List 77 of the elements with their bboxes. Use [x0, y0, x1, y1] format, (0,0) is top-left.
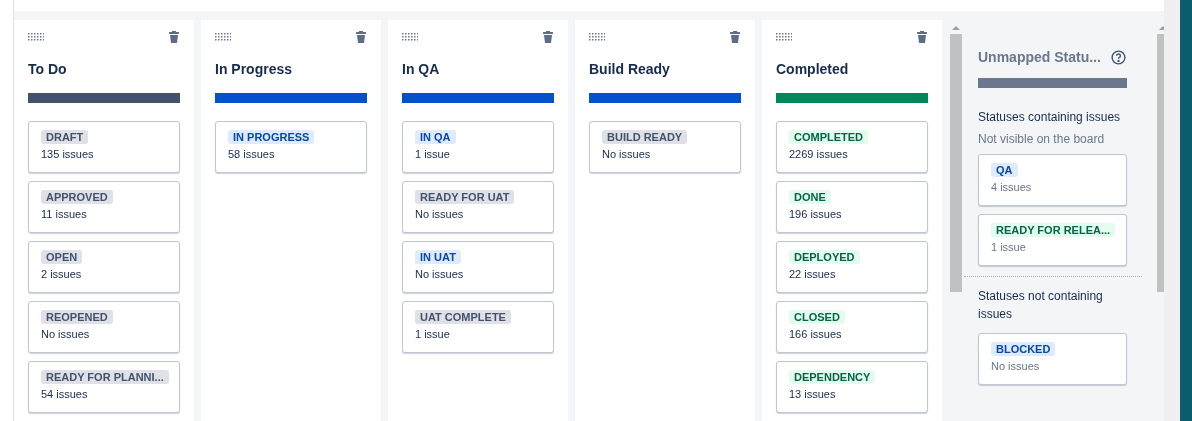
- status-card[interactable]: IN QA 1 issue: [402, 121, 554, 173]
- column-title: To Do: [28, 60, 68, 78]
- status-lozenge: IN UAT: [415, 250, 461, 264]
- status-lozenge: DONE: [789, 190, 831, 204]
- status-card[interactable]: OPEN 2 issues: [28, 241, 180, 293]
- status-card[interactable]: IN PROGRESS 58 issues: [215, 121, 367, 173]
- status-lozenge: IN QA: [415, 130, 456, 144]
- help-icon[interactable]: [1110, 49, 1126, 65]
- issue-count: No issues: [41, 327, 90, 341]
- drag-handle-icon[interactable]: [215, 32, 231, 42]
- column-title: Completed: [776, 60, 850, 78]
- issue-count: 2 issues: [41, 267, 82, 281]
- status-lozenge: QA: [991, 163, 1018, 177]
- status-lozenge: READY FOR UAT: [415, 190, 515, 204]
- status-card[interactable]: DEPLOYED 22 issues: [776, 241, 928, 293]
- status-lozenge: CLOSED: [789, 310, 845, 324]
- issue-count: No issues: [991, 359, 1040, 373]
- status-card[interactable]: BUILD READY No issues: [589, 121, 741, 173]
- status-lozenge: BLOCKED: [991, 342, 1056, 356]
- status-card[interactable]: IN UAT No issues: [402, 241, 554, 293]
- issue-count: 22 issues: [789, 267, 836, 281]
- status-card[interactable]: APPROVED 11 issues: [28, 181, 180, 233]
- column-title: In QA: [402, 60, 441, 78]
- status-lozenge: READY FOR PLANNI...: [41, 370, 169, 384]
- issue-count: 58 issues: [228, 147, 275, 161]
- trash-icon[interactable]: [916, 31, 928, 43]
- section-note: Not visible on the board: [978, 131, 1106, 147]
- status-lozenge: DEPENDENCY: [789, 370, 876, 384]
- drag-handle-icon[interactable]: [589, 32, 605, 42]
- status-card[interactable]: COMPLETED 2269 issues: [776, 121, 928, 173]
- status-card[interactable]: DONE 196 issues: [776, 181, 928, 233]
- issue-count: 2269 issues: [789, 147, 848, 161]
- issue-count: 54 issues: [41, 387, 88, 401]
- drag-handle-icon[interactable]: [28, 32, 44, 42]
- status-card[interactable]: CLOSED 166 issues: [776, 301, 928, 353]
- trash-icon[interactable]: [729, 31, 741, 43]
- trash-icon[interactable]: [355, 31, 367, 43]
- issue-count: No issues: [602, 147, 651, 161]
- status-lozenge: COMPLETED: [789, 130, 869, 144]
- trash-icon[interactable]: [542, 31, 554, 43]
- issue-count: 135 issues: [41, 147, 94, 161]
- issue-count: 166 issues: [789, 327, 842, 341]
- status-card[interactable]: BLOCKED No issues: [978, 333, 1127, 385]
- status-lozenge: DEPLOYED: [789, 250, 860, 264]
- issue-count: 13 issues: [789, 387, 836, 401]
- issue-count: 1 issue: [991, 240, 1026, 254]
- status-lozenge: OPEN: [41, 250, 83, 264]
- issue-count: 1 issue: [415, 147, 450, 161]
- section-heading: Statuses containing issues: [978, 109, 1122, 125]
- status-card[interactable]: UAT COMPLETE 1 issue: [402, 301, 554, 353]
- status-card[interactable]: DEPENDENCY 13 issues: [776, 361, 928, 413]
- section-heading: Statuses not containing issues: [978, 288, 1104, 323]
- issue-count: 1 issue: [415, 327, 450, 341]
- status-card[interactable]: READY FOR PLANNI... 54 issues: [28, 361, 180, 413]
- column-title: Unmapped Statu...: [978, 48, 1101, 66]
- status-lozenge: DRAFT: [41, 130, 89, 144]
- status-lozenge: IN PROGRESS: [228, 130, 315, 144]
- trash-icon[interactable]: [168, 31, 180, 43]
- column-title: Build Ready: [589, 60, 671, 78]
- issue-count: No issues: [415, 207, 464, 221]
- status-card[interactable]: DRAFT 135 issues: [28, 121, 180, 173]
- status-lozenge: REOPENED: [41, 310, 113, 324]
- drag-handle-icon[interactable]: [776, 32, 792, 42]
- status-lozenge: APPROVED: [41, 190, 113, 204]
- status-card[interactable]: REOPENED No issues: [28, 301, 180, 353]
- issue-count: 4 issues: [991, 180, 1032, 194]
- drag-handle-icon[interactable]: [402, 32, 418, 42]
- status-card[interactable]: READY FOR UAT No issues: [402, 181, 554, 233]
- status-lozenge: UAT COMPLETE: [415, 310, 511, 324]
- issue-count: 11 issues: [41, 207, 87, 221]
- status-card[interactable]: READY FOR RELEA... 1 issue: [978, 214, 1127, 266]
- status-lozenge: BUILD READY: [602, 130, 688, 144]
- column-title: In Progress: [215, 60, 294, 78]
- status-card[interactable]: QA 4 issues: [978, 154, 1127, 206]
- status-lozenge: READY FOR RELEA...: [991, 223, 1116, 237]
- issue-count: No issues: [415, 267, 464, 281]
- issue-count: 196 issues: [789, 207, 842, 221]
